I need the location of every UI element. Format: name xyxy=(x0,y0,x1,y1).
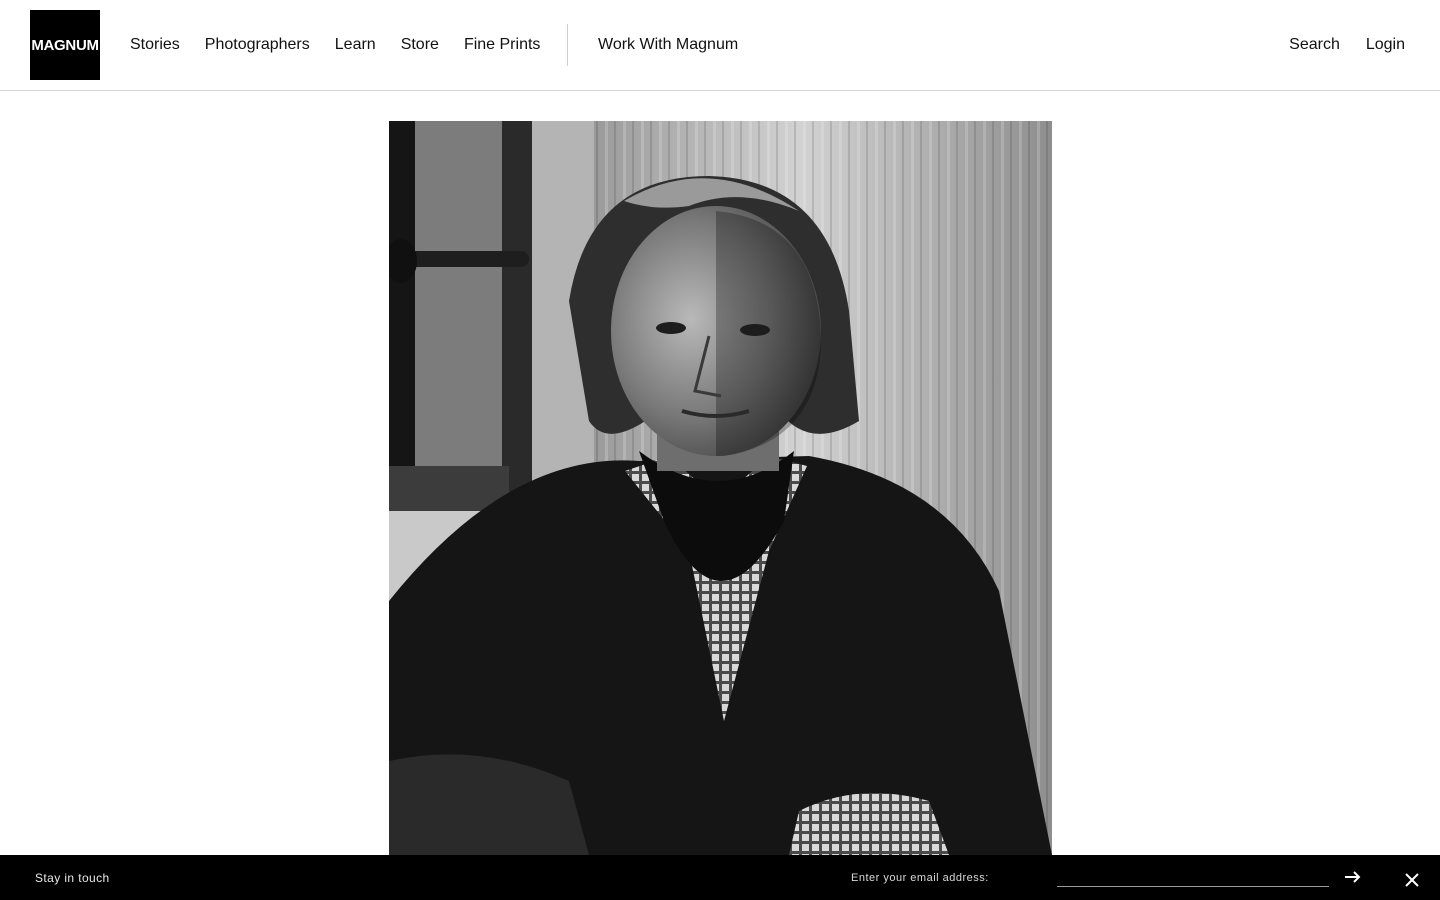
utility-nav: Search Login xyxy=(1263,0,1405,90)
portrait-photo xyxy=(389,121,1052,855)
nav-store[interactable]: Store xyxy=(401,36,439,54)
newsletter-label: Stay in touch xyxy=(35,870,110,885)
work-nav: Work With Magnum xyxy=(598,0,738,90)
nav-learn[interactable]: Learn xyxy=(335,36,376,54)
nav-divider xyxy=(567,24,568,66)
email-label: Enter your email address: xyxy=(851,871,989,884)
nav-fine-prints[interactable]: Fine Prints xyxy=(464,36,540,54)
nav-search[interactable]: Search xyxy=(1289,36,1340,54)
nav-stories[interactable]: Stories xyxy=(130,36,180,54)
magnum-logo[interactable]: MAGNUM xyxy=(30,10,100,80)
email-input[interactable] xyxy=(1057,869,1329,887)
nav-photographers[interactable]: Photographers xyxy=(205,36,310,54)
site-header: MAGNUM Stories Photographers Learn Store… xyxy=(0,0,1440,91)
arrow-right-icon[interactable] xyxy=(1343,867,1363,887)
main-nav: Stories Photographers Learn Store Fine P… xyxy=(130,0,565,90)
nav-work-with-magnum[interactable]: Work With Magnum xyxy=(598,36,738,54)
nav-login[interactable]: Login xyxy=(1366,36,1405,54)
newsletter-bar: Stay in touch Enter your email address: xyxy=(0,855,1440,900)
close-icon[interactable] xyxy=(1403,871,1421,889)
